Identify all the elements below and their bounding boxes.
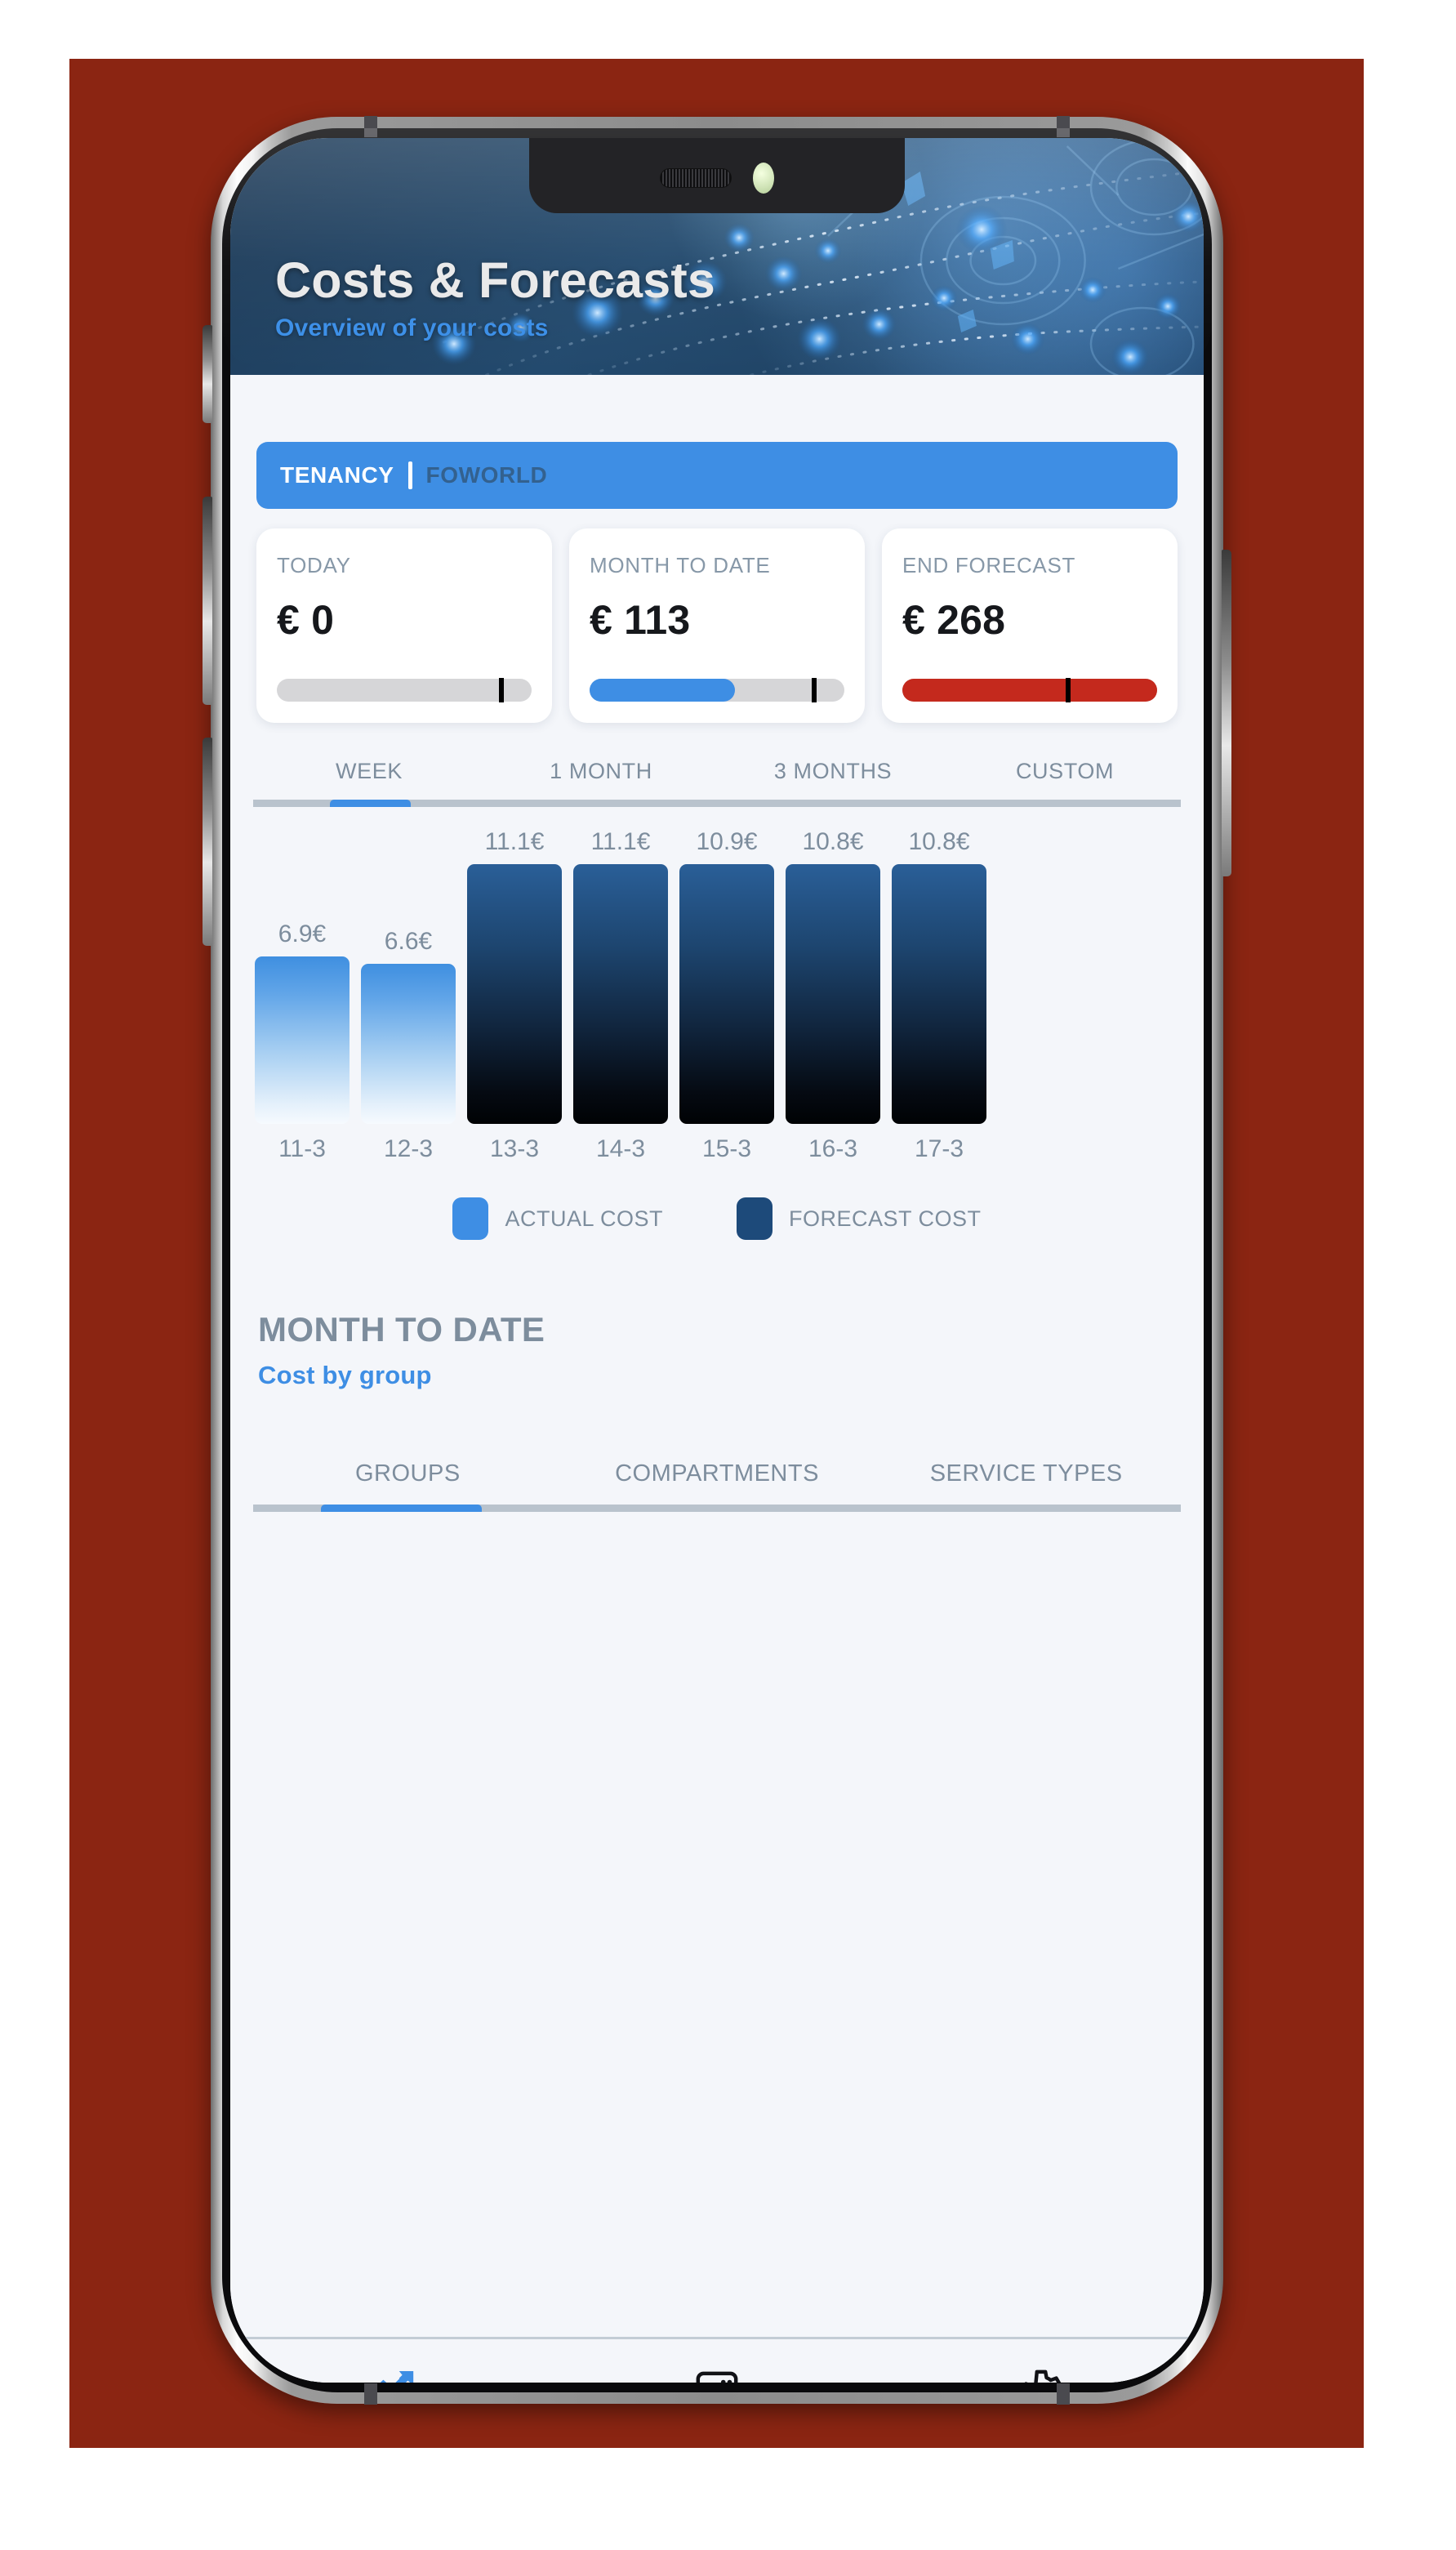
chart-column[interactable]: 11.1€	[467, 828, 562, 1124]
chart-bar-value-label: 6.9€	[278, 921, 327, 947]
progress-bar-month-to-date	[590, 678, 844, 702]
card-value: € 0	[277, 597, 335, 643]
section-subtitle[interactable]: Cost by group	[258, 1361, 1204, 1390]
phone-notch	[529, 138, 905, 213]
chart-x-label: 13-3	[489, 1135, 540, 1162]
group-tab-indicator	[321, 1505, 483, 1512]
progress-marker	[1065, 678, 1071, 702]
chart-bar-value-label: 11.1€	[590, 828, 651, 855]
chart-bar-forecast[interactable]	[892, 864, 986, 1124]
chart-x-label: 11-3	[278, 1135, 326, 1162]
legend-label: FORECAST COST	[789, 1206, 982, 1231]
header-text-block: Costs & Forecasts Overview of your costs	[275, 254, 715, 342]
volume-up-button[interactable]	[203, 497, 212, 705]
chart-column[interactable]: 10.8€	[786, 828, 880, 1124]
legend-item: ACTUAL COST	[452, 1197, 663, 1240]
cost-bar-chart: 6.9€ 6.6€ 11.1€ 11.1€ 10.9€ 10.8€ 10.8€	[230, 807, 1204, 1124]
chart-x-label: 15-3	[701, 1135, 752, 1162]
tenancy-divider	[407, 461, 412, 489]
chart-bar-value-label: 6.6€	[384, 928, 433, 955]
progress-marker	[811, 678, 817, 702]
phone-mockup: Costs & Forecasts Overview of your costs…	[203, 116, 1231, 2405]
card-label: END FORECAST	[902, 553, 1076, 577]
tenancy-label: TENANCY	[280, 462, 394, 488]
section-title: MONTH TO DATE	[258, 1310, 545, 1349]
app-body: TENANCY FOWORLD TODAY € 0 MONTH TO DATE …	[230, 442, 1204, 2383]
chart-bar-value-label: 11.1€	[484, 828, 545, 855]
chart-x-axis-labels: 11-3 12-3 13-3 14-3 15-3 16-3 17-3	[230, 1135, 1204, 1163]
card-label: MONTH TO DATE	[590, 553, 771, 577]
summary-card-today[interactable]: TODAY € 0	[256, 528, 552, 723]
earpiece-speaker-icon	[660, 168, 732, 188]
phone-screen: Costs & Forecasts Overview of your costs…	[230, 138, 1204, 2383]
chart-columns: 6.9€ 6.6€ 11.1€ 11.1€ 10.9€ 10.8€ 10.8€	[255, 828, 1204, 1124]
summary-cards-row: TODAY € 0 MONTH TO DATE € 113 END FORECA…	[256, 528, 1178, 723]
nav-item-settings[interactable]	[879, 2369, 1204, 2383]
month-to-date-section: MONTH TO DATE Cost by group	[258, 1310, 1204, 1390]
progress-bar-today	[277, 678, 532, 702]
chart-column[interactable]: 11.1€	[573, 828, 668, 1124]
chart-bar-forecast[interactable]	[573, 864, 668, 1124]
antenna-band-bottom-left	[364, 2383, 377, 2405]
progress-marker	[498, 678, 504, 702]
chart-x-label: 12-3	[383, 1135, 434, 1162]
bottom-navigation-bar: $	[230, 2337, 1204, 2383]
chart-legend: ACTUAL COST FORECAST COST	[230, 1197, 1204, 1240]
chart-column[interactable]: 10.8€	[892, 828, 986, 1124]
cost-analytics-icon: $	[379, 2370, 413, 2383]
chart-bar-actual[interactable]	[361, 964, 456, 1124]
chart-bar-forecast[interactable]	[679, 864, 774, 1124]
volume-down-button[interactable]	[203, 738, 212, 946]
legend-label: ACTUAL COST	[505, 1206, 663, 1231]
mute-switch-button[interactable]	[203, 325, 212, 423]
database-icon	[696, 2371, 738, 2383]
antenna-band-top-right	[1057, 116, 1070, 137]
chart-column[interactable]: 6.9€	[255, 828, 350, 1124]
group-tab-bar: GROUPS COMPARTMENTS SERVICE TYPES	[253, 1460, 1181, 1512]
chart-bar-value-label: 10.8€	[908, 828, 970, 855]
summary-card-month-to-date[interactable]: MONTH TO DATE € 113	[569, 528, 865, 723]
chart-column[interactable]: 6.6€	[361, 828, 456, 1124]
legend-swatch	[737, 1197, 773, 1240]
chart-x-label: 17-3	[914, 1135, 964, 1162]
card-value: € 113	[590, 597, 691, 643]
summary-card-end-forecast[interactable]: END FORECAST € 268	[882, 528, 1178, 723]
antenna-band-top-left	[364, 116, 377, 137]
progress-bar-end-forecast	[902, 678, 1157, 702]
period-tab-bar: WEEK 1 MONTH 3 MONTHS CUSTOM	[253, 759, 1181, 807]
legend-item: FORECAST COST	[737, 1197, 982, 1240]
progress-fill	[590, 679, 735, 702]
tenancy-selector[interactable]: TENANCY FOWORLD	[256, 442, 1178, 509]
chart-bar-actual[interactable]	[255, 956, 350, 1124]
chart-column[interactable]: 10.9€	[679, 828, 774, 1124]
chart-bar-value-label: 10.8€	[802, 828, 864, 855]
page-title: Costs & Forecasts	[275, 252, 716, 309]
period-tab-indicator	[329, 800, 412, 807]
progress-fill	[902, 679, 1157, 702]
page-subtitle: Overview of your costs	[275, 314, 549, 341]
chart-bar-forecast[interactable]	[467, 864, 562, 1124]
tenancy-value: FOWORLD	[425, 462, 548, 488]
front-camera-icon	[753, 163, 774, 194]
gear-icon	[1024, 2369, 1062, 2383]
power-button[interactable]	[1222, 550, 1231, 876]
chart-bar-value-label: 10.9€	[696, 828, 758, 855]
screenshot-root: Costs & Forecasts Overview of your costs…	[0, 0, 1456, 2550]
chart-x-label: 14-3	[595, 1135, 646, 1162]
card-value: € 268	[902, 597, 1006, 643]
nav-item-resources[interactable]	[554, 2369, 879, 2383]
chart-bar-forecast[interactable]	[786, 864, 880, 1124]
nav-item-costs[interactable]: $	[230, 2369, 554, 2383]
antenna-band-bottom-right	[1057, 2383, 1070, 2405]
card-label: TODAY	[277, 553, 351, 577]
chart-x-label: 16-3	[808, 1135, 858, 1162]
legend-swatch	[452, 1197, 489, 1240]
